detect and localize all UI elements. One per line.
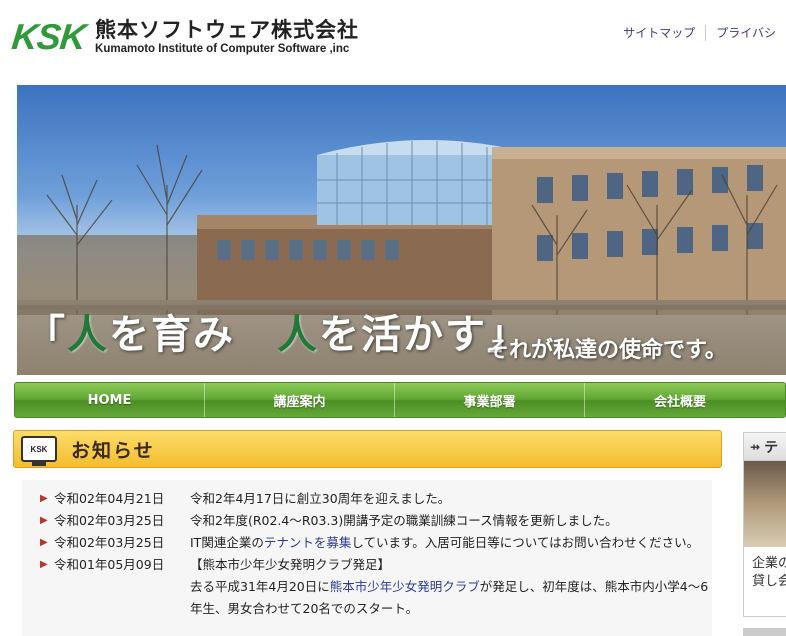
news-text: 令和2年4月17日に創立30周年を迎えました。: [190, 491, 451, 506]
news-text: 【熊本市少年少女発明クラブ発足】 去る平成31年4月20日に熊本市少年少女発明クラ…: [190, 554, 710, 620]
arrow-icon: ▶: [40, 537, 48, 548]
nav-company[interactable]: 会社概要: [585, 383, 775, 417]
news-link[interactable]: 令和2年度(R02.4～R03.3)開講予定の職業訓練コース情報を更新しました。: [190, 510, 710, 532]
logo-text: 熊本ソフトウェア株式会社 Kumamoto Institute of Compu…: [95, 18, 359, 56]
hero-slogan-sub: それが私達の使命です。: [487, 337, 727, 363]
slogan-highlight-2: 人: [277, 311, 319, 358]
side-banner[interactable]: ⇸ テ 企業の貸し会: [743, 432, 786, 617]
news-date: 令和02年03月25日: [54, 535, 165, 550]
list-item: ▶ 令和01年05月09日 【熊本市少年少女発明クラブ発足】 去る平成31年4月2…: [22, 554, 712, 620]
monitor-icon: KSK: [21, 436, 57, 466]
slogan-highlight-1: 人: [67, 311, 109, 358]
news-text-head: 【熊本市少年少女発明クラブ発足】: [190, 557, 391, 572]
nav-courses[interactable]: 講座案内: [205, 383, 395, 417]
side-banner-2[interactable]: [743, 628, 786, 636]
privacy-link[interactable]: プライバシ: [706, 24, 786, 42]
news-date: 令和02年03月25日: [54, 513, 165, 528]
side-banner-text: 企業の 貸し会: [744, 547, 786, 591]
sitemap-link[interactable]: サイトマップ: [613, 24, 705, 42]
slogan-bracket: 「: [25, 311, 67, 358]
news-header: KSK お知らせ: [13, 430, 722, 468]
news-text-part: 去る平成31年4月20日に: [190, 579, 330, 594]
news-list: ▶ 令和02年04月21日 令和2年4月17日に創立30周年を迎えました。 ▶ …: [22, 488, 712, 620]
side-text-line: 企業の: [752, 556, 786, 571]
side-banner-head: ⇸ テ: [744, 433, 786, 461]
side-text-line: 貸し会: [752, 574, 786, 589]
tenant-link[interactable]: テナントを募集: [264, 535, 352, 550]
usb-icon: ⇸: [750, 439, 761, 454]
side-banner-image: [744, 461, 786, 547]
nav-departments[interactable]: 事業部署: [395, 383, 585, 417]
logo-mark: KSK: [9, 16, 88, 57]
news-date: 令和01年05月09日: [54, 557, 165, 572]
company-name-en: Kumamoto Institute of Computer Software …: [95, 43, 350, 55]
list-item: ▶ 令和02年03月25日 令和2年度(R02.4～R03.3)開講予定の職業訓…: [22, 510, 712, 532]
company-logo[interactable]: KSK 熊本ソフトウェア株式会社 Kumamoto Institute of C…: [9, 14, 359, 60]
main-nav: HOME 講座案内 事業部署 会社概要: [14, 382, 786, 418]
hero-banner: 「人を育み 人を活かす」 それが私達の使命です。: [17, 85, 786, 375]
news-text-part: しています。入居可能日等についてはお問い合わせください。: [351, 535, 700, 550]
news-text-part: IT関連企業の: [190, 535, 264, 550]
nav-home[interactable]: HOME: [15, 383, 205, 417]
news-text: IT関連企業のテナントを募集しています。入居可能日等についてはお問い合わせくださ…: [190, 532, 710, 554]
news-date: 令和02年04月21日: [54, 491, 165, 506]
company-name-jp: 熊本ソフトウェア株式会社: [95, 18, 360, 42]
top-links: サイトマップ プライバシ: [613, 24, 786, 42]
arrow-icon: ▶: [40, 559, 48, 570]
invention-club-link[interactable]: 熊本市少年少女発明クラブ: [330, 579, 480, 594]
hero-slogan: 「人を育み 人を活かす」: [25, 311, 529, 359]
news-title: お知らせ: [71, 439, 155, 462]
arrow-icon: ▶: [40, 493, 48, 504]
arrow-icon: ▶: [40, 515, 48, 526]
slogan-part-1: を育み: [109, 311, 277, 358]
side-banner-title: テ: [764, 439, 779, 456]
news-panel: ▶ 令和02年04月21日 令和2年4月17日に創立30周年を迎えました。 ▶ …: [22, 480, 712, 636]
list-item: ▶ 令和02年04月21日 令和2年4月17日に創立30周年を迎えました。: [22, 488, 712, 510]
list-item: ▶ 令和02年03月25日 IT関連企業のテナントを募集しています。入居可能日等…: [22, 532, 712, 554]
